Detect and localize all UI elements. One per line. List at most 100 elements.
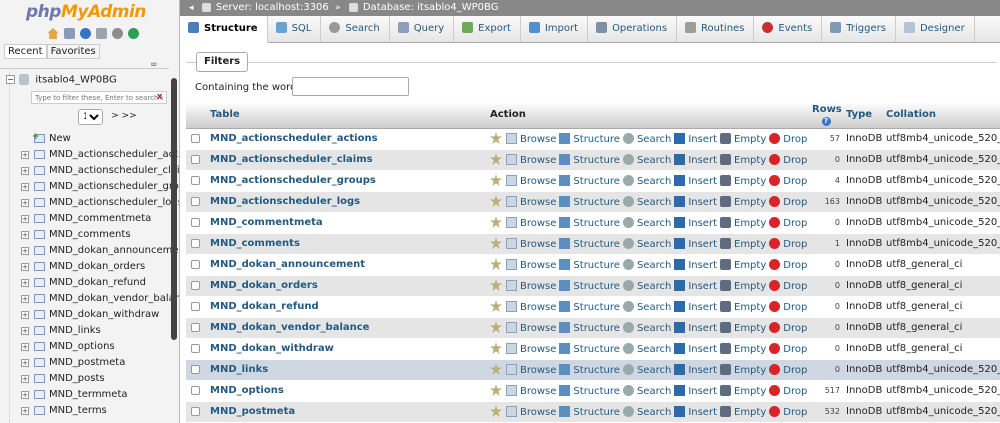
expand-icon[interactable]: + — [21, 343, 29, 351]
expand-icon[interactable]: + — [21, 199, 29, 207]
documentation-icon[interactable] — [96, 28, 108, 39]
table-row[interactable]: MND_options Browse Structure Search Insert Em… — [186, 380, 1000, 402]
favorite-star-icon[interactable] — [490, 363, 502, 375]
tree-item-table[interactable]: + MND_actionscheduler_claims — [0, 163, 179, 179]
expand-icon[interactable]: + — [21, 295, 29, 303]
structure-link[interactable]: Structure — [559, 406, 620, 418]
expand-icon[interactable]: + — [21, 231, 29, 239]
table-name-link[interactable]: MND_dokan_refund — [210, 301, 319, 312]
table-name-link[interactable]: MND_links — [210, 364, 268, 375]
empty-link[interactable]: Empty — [720, 322, 766, 334]
header-collation[interactable]: Collation — [883, 102, 1000, 129]
tree-item-table[interactable]: + MND_terms — [0, 403, 178, 419]
insert-link[interactable]: Insert — [674, 322, 717, 334]
filter-word-input[interactable] — [292, 77, 409, 96]
search-link[interactable]: Search — [622, 175, 671, 187]
row-checkbox[interactable] — [191, 322, 200, 332]
empty-link[interactable]: Empty — [720, 280, 766, 292]
table-row[interactable]: MND_dokan_announcement Browse Structure Sea… — [186, 254, 1000, 276]
expand-icon[interactable]: + — [21, 311, 29, 319]
empty-link[interactable]: Empty — [720, 133, 766, 145]
search-link[interactable]: Search — [622, 385, 671, 397]
structure-link[interactable]: Structure — [559, 175, 620, 187]
header-rows[interactable]: Rows? — [809, 102, 843, 129]
insert-link[interactable]: Insert — [674, 175, 717, 187]
table-name-link[interactable]: MND_options — [210, 385, 284, 396]
table-name-link[interactable]: MND_dokan_vendor_balance — [210, 322, 369, 333]
table-row[interactable]: MND_dokan_refund Browse Structure Search Ins… — [186, 296, 1000, 318]
tree-item-table[interactable]: + MND_actionscheduler_groups — [0, 179, 179, 195]
browse-link[interactable]: Browse — [506, 259, 556, 271]
browse-link[interactable]: Browse — [506, 238, 556, 250]
row-checkbox[interactable] — [191, 406, 200, 416]
tab-sql[interactable]: SQL — [268, 16, 322, 42]
structure-link[interactable]: Structure — [559, 133, 620, 145]
tab-operations[interactable]: Operations — [588, 16, 678, 42]
structure-link[interactable]: Structure — [559, 259, 620, 271]
expand-icon[interactable]: + — [21, 183, 29, 191]
table-row[interactable]: MND_postmeta Browse Structure Search Insert E… — [186, 401, 1000, 423]
table-name-link[interactable]: MND_actionscheduler_groups — [210, 175, 376, 186]
drop-link[interactable]: Drop — [769, 364, 807, 376]
expand-icon[interactable]: + — [21, 359, 29, 367]
expand-icon[interactable]: + — [21, 407, 29, 415]
row-checkbox[interactable] — [191, 154, 200, 164]
tab-designer[interactable]: Designer — [896, 16, 975, 42]
row-checkbox[interactable] — [191, 301, 200, 311]
table-row[interactable]: MND_actionscheduler_claims Browse Structur… — [186, 149, 1000, 171]
breadcrumb-database[interactable]: Database: itsablo4_WP0BG — [363, 2, 499, 13]
search-link[interactable]: Search — [622, 259, 671, 271]
reload-icon[interactable] — [128, 28, 140, 39]
browse-link[interactable]: Browse — [506, 364, 556, 376]
table-name-link[interactable]: MND_dokan_announcement — [210, 259, 365, 270]
favorite-star-icon[interactable] — [490, 237, 502, 249]
tree-item-table[interactable]: + MND_dokan_withdraw — [0, 307, 178, 323]
tree-item-table[interactable]: + MND_dokan_announcement — [0, 243, 179, 259]
row-checkbox[interactable] — [191, 343, 200, 353]
tab-export[interactable]: Export — [454, 16, 521, 42]
drop-link[interactable]: Drop — [769, 238, 807, 250]
empty-link[interactable]: Empty — [720, 259, 766, 271]
tree-item-table[interactable]: + MND_actionscheduler_logs — [0, 195, 179, 211]
browse-link[interactable]: Browse — [506, 196, 556, 208]
drop-link[interactable]: Drop — [769, 175, 807, 187]
header-table[interactable]: Table — [207, 102, 487, 129]
empty-link[interactable]: Empty — [720, 154, 766, 166]
next-page-link[interactable]: > >> — [111, 111, 136, 121]
structure-link[interactable]: Structure — [559, 364, 620, 376]
page-select[interactable]: 1 — [78, 109, 103, 125]
table-name-link[interactable]: MND_actionscheduler_logs — [210, 196, 360, 207]
table-row[interactable]: MND_actionscheduler_actions Browse Structu… — [186, 128, 1000, 150]
insert-link[interactable]: Insert — [674, 406, 717, 418]
row-checkbox[interactable] — [191, 133, 200, 143]
phpmyadmin-logo[interactable]: phpMyAdmin — [0, 0, 179, 28]
table-row[interactable]: MND_dokan_vendor_balance Browse Structure S… — [186, 317, 1000, 339]
favorite-star-icon[interactable] — [490, 174, 502, 186]
search-link[interactable]: Search — [622, 301, 671, 313]
table-row[interactable]: MND_actionscheduler_logs Browse Structure S… — [186, 191, 1000, 213]
table-row[interactable]: MND_dokan_withdraw Browse Structure Search I… — [186, 338, 1000, 360]
help-icon[interactable] — [79, 28, 91, 39]
browse-link[interactable]: Browse — [506, 301, 556, 313]
logout-icon[interactable] — [63, 28, 75, 39]
tab-triggers[interactable]: Triggers — [822, 16, 896, 42]
drop-link[interactable]: Drop — [769, 301, 807, 313]
breadcrumb-server[interactable]: Server: localhost:3306 — [216, 2, 329, 13]
tab-events[interactable]: Events — [754, 16, 823, 42]
structure-link[interactable]: Structure — [559, 280, 620, 292]
browse-link[interactable]: Browse — [506, 385, 556, 397]
tree-item-table[interactable]: + MND_posts — [0, 371, 178, 387]
row-checkbox[interactable] — [191, 196, 200, 206]
table-name-link[interactable]: MND_actionscheduler_claims — [210, 154, 373, 165]
structure-link[interactable]: Structure — [559, 343, 620, 355]
browse-link[interactable]: Browse — [506, 406, 556, 418]
expand-icon[interactable]: + — [21, 263, 29, 271]
favorite-star-icon[interactable] — [490, 258, 502, 270]
row-checkbox[interactable] — [191, 238, 200, 248]
expand-icon[interactable]: + — [21, 375, 29, 383]
favorite-star-icon[interactable] — [490, 342, 502, 354]
favorite-star-icon[interactable] — [490, 321, 502, 333]
tab-routines[interactable]: Routines — [677, 16, 755, 42]
favorite-star-icon[interactable] — [490, 384, 502, 396]
structure-link[interactable]: Structure — [559, 217, 620, 229]
